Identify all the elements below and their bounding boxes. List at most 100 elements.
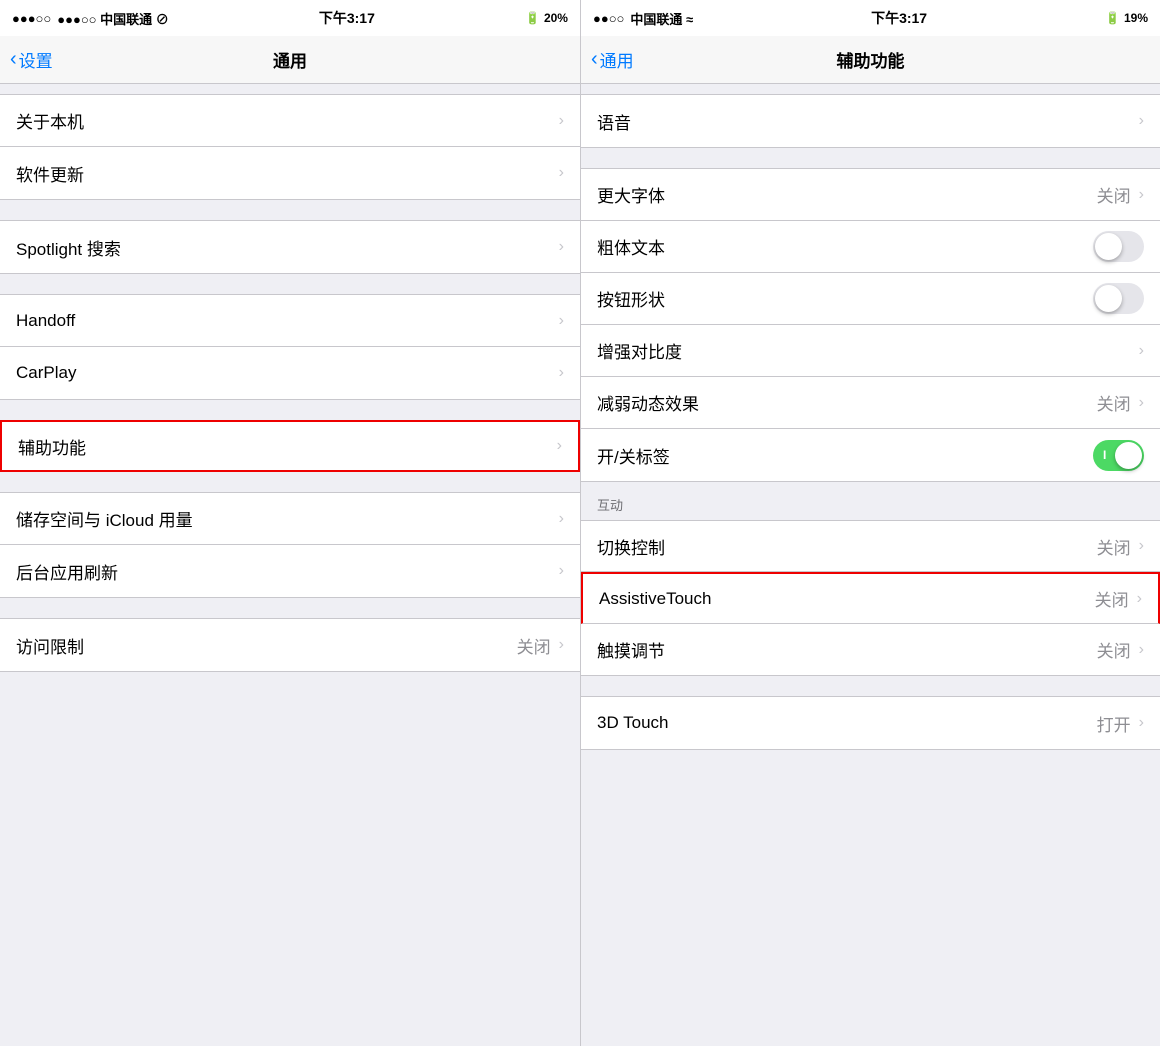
assistive-touch-value: 关闭: [1095, 586, 1129, 611]
gap-3: [0, 274, 580, 294]
left-item-accessibility[interactable]: 辅助功能 ›: [0, 420, 580, 472]
right-item-button-shapes[interactable]: 按钮形状: [581, 273, 1160, 325]
right-panel: ●●○○ 中国联通 ≈ 下午3:17 🔋 19% ‹ 通用 辅助功能 语音 › …: [580, 0, 1160, 1046]
left-item-spotlight[interactable]: Spotlight 搜索 ›: [0, 221, 580, 273]
assistive-touch-chevron-icon: ›: [1137, 590, 1142, 608]
left-group-4: 辅助功能 ›: [0, 420, 580, 472]
on-off-labels-right: [1093, 440, 1144, 471]
accessibility-right: ›: [555, 437, 562, 455]
left-back-button[interactable]: ‹ 设置: [10, 47, 53, 72]
button-shapes-toggle-knob: [1095, 285, 1122, 312]
storage-chevron-icon: ›: [559, 510, 564, 528]
restrictions-value: 关闭: [517, 633, 551, 658]
software-update-label: 软件更新: [16, 161, 84, 186]
larger-text-right: 关闭 ›: [1097, 182, 1144, 207]
right-status-time: 下午3:17: [871, 8, 927, 28]
left-group-3: Handoff › CarPlay ›: [0, 294, 580, 400]
carrier-name: ●●●○○ 中国联通 ⊘: [57, 9, 168, 28]
touch-accommodations-label: 触摸调节: [597, 637, 665, 662]
switch-control-chevron-icon: ›: [1139, 537, 1144, 555]
left-group-2: Spotlight 搜索 ›: [0, 220, 580, 274]
voice-label: 语音: [597, 109, 631, 134]
r-battery-icon: 🔋: [1105, 11, 1120, 25]
carplay-chevron-icon: ›: [559, 364, 564, 382]
left-panel: ●●●○○ ●●●○○ 中国联通 ⊘ 下午3:17 🔋 20% ‹ 设置 通用 …: [0, 0, 580, 1046]
background-refresh-label: 后台应用刷新: [16, 559, 118, 584]
right-item-switch-control[interactable]: 切换控制 关闭 ›: [581, 520, 1160, 572]
3d-touch-chevron-icon: ›: [1139, 714, 1144, 732]
interaction-section-label: 互动: [597, 495, 623, 514]
switch-control-right: 关闭 ›: [1097, 534, 1144, 559]
bold-text-right: [1093, 231, 1144, 262]
touch-accommodations-right: 关闭 ›: [1097, 637, 1144, 662]
bold-text-toggle-knob: [1095, 233, 1122, 260]
left-item-storage[interactable]: 储存空间与 iCloud 用量 ›: [0, 493, 580, 545]
right-status-signal: ●●○○ 中国联通 ≈: [593, 9, 693, 28]
right-back-button[interactable]: ‹ 通用: [591, 47, 634, 72]
r-gap-3: [581, 676, 1160, 696]
battery-icon: 🔋: [525, 11, 540, 25]
spotlight-label: Spotlight 搜索: [16, 235, 121, 260]
right-group-3dtouch: 3D Touch 打开 ›: [581, 696, 1160, 750]
reduce-motion-chevron-icon: ›: [1139, 394, 1144, 412]
3d-touch-label: 3D Touch: [597, 713, 669, 733]
left-status-signal: ●●●○○ ●●●○○ 中国联通 ⊘: [12, 9, 169, 28]
right-item-increase-contrast[interactable]: 增强对比度 ›: [581, 325, 1160, 377]
increase-contrast-label: 增强对比度: [597, 338, 682, 363]
bold-text-toggle[interactable]: [1093, 231, 1144, 262]
gap-6: [0, 598, 580, 618]
left-nav-bar: ‹ 设置 通用: [0, 36, 580, 84]
left-item-handoff[interactable]: Handoff ›: [0, 295, 580, 347]
on-off-labels-toggle[interactable]: [1093, 440, 1144, 471]
touch-accommodations-value: 关闭: [1097, 637, 1131, 662]
right-nav-title: 辅助功能: [837, 47, 905, 72]
right-item-bold-text[interactable]: 粗体文本: [581, 221, 1160, 273]
bold-text-label: 粗体文本: [597, 234, 665, 259]
on-off-labels-toggle-knob: [1115, 442, 1142, 469]
button-shapes-label: 按钮形状: [597, 286, 665, 311]
right-item-reduce-motion[interactable]: 减弱动态效果 关闭 ›: [581, 377, 1160, 429]
r-left-chevron-icon: ‹: [591, 48, 598, 71]
about-right: ›: [557, 112, 564, 130]
left-item-restrictions[interactable]: 访问限制 关闭 ›: [0, 619, 580, 671]
right-item-larger-text[interactable]: 更大字体 关闭 ›: [581, 169, 1160, 221]
right-item-voice[interactable]: 语音 ›: [581, 95, 1160, 147]
left-group-6: 访问限制 关闭 ›: [0, 618, 580, 672]
left-status-time: 下午3:17: [319, 8, 375, 28]
right-item-touch-accommodations[interactable]: 触摸调节 关闭 ›: [581, 624, 1160, 676]
handoff-right: ›: [557, 312, 564, 330]
spotlight-right: ›: [557, 238, 564, 256]
right-item-on-off-labels[interactable]: 开/关标签: [581, 429, 1160, 481]
left-group-5: 储存空间与 iCloud 用量 › 后台应用刷新 ›: [0, 492, 580, 598]
left-item-software-update[interactable]: 软件更新 ›: [0, 147, 580, 199]
gap-5: [0, 472, 580, 492]
left-group-1: 关于本机 › 软件更新 ›: [0, 94, 580, 200]
restrictions-right: 关闭 ›: [517, 633, 564, 658]
right-item-3d-touch[interactable]: 3D Touch 打开 ›: [581, 697, 1160, 749]
button-shapes-toggle[interactable]: [1093, 283, 1144, 314]
right-group-interaction: 切换控制 关闭 › AssistiveTouch 关闭 › 触摸调节 关闭 ›: [581, 520, 1160, 676]
left-item-about[interactable]: 关于本机 ›: [0, 95, 580, 147]
left-status-battery: 🔋 20%: [525, 11, 568, 25]
storage-right: ›: [557, 510, 564, 528]
right-back-label: 通用: [600, 47, 634, 72]
r-signal-dots: ●●○○: [593, 11, 624, 26]
handoff-chevron-icon: ›: [559, 312, 564, 330]
right-section-interaction: 互动: [581, 482, 1160, 520]
about-chevron-icon: ›: [559, 112, 564, 130]
3d-touch-right: 打开 ›: [1097, 711, 1144, 736]
larger-text-label: 更大字体: [597, 182, 665, 207]
r-battery-percent: 19%: [1124, 11, 1148, 25]
larger-text-chevron-icon: ›: [1139, 186, 1144, 204]
increase-contrast-right: ›: [1137, 342, 1144, 360]
assistive-touch-label: AssistiveTouch: [599, 589, 711, 609]
left-item-background-refresh[interactable]: 后台应用刷新 ›: [0, 545, 580, 597]
accessibility-chevron-icon: ›: [557, 437, 562, 455]
gap-2: [0, 200, 580, 220]
right-item-assistive-touch[interactable]: AssistiveTouch 关闭 ›: [581, 572, 1160, 624]
left-item-carplay[interactable]: CarPlay ›: [0, 347, 580, 399]
switch-control-value: 关闭: [1097, 534, 1131, 559]
restrictions-chevron-icon: ›: [559, 636, 564, 654]
right-group-vision: 更大字体 关闭 › 粗体文本 按钮形状 增强对比度: [581, 168, 1160, 482]
software-update-chevron-icon: ›: [559, 164, 564, 182]
